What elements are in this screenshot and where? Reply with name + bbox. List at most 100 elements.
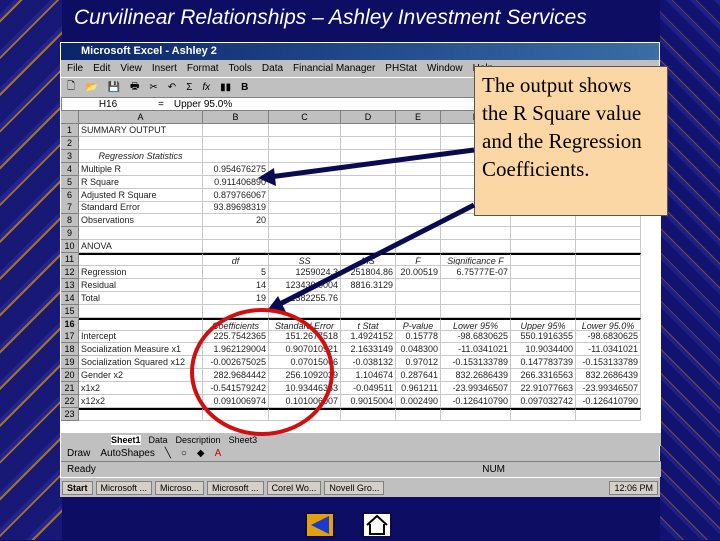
table-cell[interactable] [203, 124, 269, 137]
table-cell[interactable]: 1259024.3 [269, 265, 341, 279]
table-cell[interactable] [341, 240, 396, 254]
row-header[interactable]: 17 [61, 330, 79, 344]
row-header[interactable]: 15 [61, 304, 79, 318]
column-header[interactable]: D [341, 111, 396, 124]
table-cell[interactable]: df [203, 253, 269, 266]
table-cell[interactable] [203, 136, 269, 150]
table-cell[interactable] [269, 227, 341, 241]
table-cell[interactable]: Regression [79, 265, 203, 279]
home-nav-button[interactable] [362, 512, 392, 538]
table-cell[interactable]: -98.6830625 [576, 330, 641, 344]
table-cell[interactable] [441, 214, 511, 228]
table-cell[interactable] [269, 175, 341, 189]
table-cell[interactable] [441, 304, 511, 318]
row-header[interactable]: 10 [61, 240, 79, 254]
table-cell[interactable] [511, 253, 576, 266]
table-cell[interactable] [396, 136, 441, 150]
table-cell[interactable]: 19 [203, 291, 269, 305]
table-cell[interactable] [203, 227, 269, 241]
table-cell[interactable] [576, 291, 641, 305]
table-cell[interactable]: -11.0341021 [576, 343, 641, 357]
table-cell[interactable]: 1.962129004 [203, 343, 269, 357]
table-cell[interactable]: 0.97012 [396, 356, 441, 370]
table-cell[interactable]: 550.1916355 [511, 330, 576, 344]
table-cell[interactable]: 0.002490 [396, 394, 441, 408]
table-cell[interactable] [269, 407, 341, 421]
new-icon[interactable]: 🗋 [67, 79, 75, 96]
table-cell[interactable] [441, 291, 511, 305]
table-cell[interactable] [511, 227, 576, 241]
table-cell[interactable]: 93.89698319 [203, 201, 269, 215]
table-cell[interactable]: 20 [203, 214, 269, 228]
chart-icon[interactable]: ▮▮ [220, 82, 231, 93]
table-cell[interactable]: 225.7542365 [203, 330, 269, 344]
row-header[interactable]: 5 [61, 175, 79, 189]
fill-color-icon[interactable]: ◆ [197, 448, 205, 459]
table-cell[interactable]: Residual [79, 278, 203, 292]
table-cell[interactable]: Socialization Squared x12 [79, 356, 203, 370]
table-cell[interactable] [269, 201, 341, 215]
table-cell[interactable]: 0.961211 [396, 382, 441, 395]
row-header[interactable]: 16 [61, 317, 79, 331]
table-cell[interactable]: -0.038132 [341, 356, 396, 370]
table-cell[interactable] [79, 304, 203, 318]
table-cell[interactable] [341, 175, 396, 189]
table-cell[interactable] [341, 227, 396, 241]
oval-icon[interactable]: ○ [181, 448, 187, 459]
table-cell[interactable]: 1.4924152 [341, 330, 396, 344]
table-cell[interactable]: 0.9015004 [341, 394, 396, 408]
table-cell[interactable] [341, 407, 396, 421]
menu-item[interactable]: Insert [152, 63, 177, 74]
table-cell[interactable]: 832.2686439 [576, 369, 641, 383]
column-header[interactable]: B [203, 111, 269, 124]
formula-input[interactable]: Upper 95.0% [174, 99, 232, 110]
table-cell[interactable] [441, 240, 511, 254]
table-cell[interactable] [576, 278, 641, 292]
table-cell[interactable]: x1x2 [79, 382, 203, 395]
table-cell[interactable] [203, 149, 269, 163]
table-cell[interactable] [203, 240, 269, 254]
table-cell[interactable] [341, 124, 396, 137]
table-cell[interactable]: 0.07015066 [269, 356, 341, 370]
cut-icon[interactable]: ✂ [149, 82, 157, 93]
table-cell[interactable] [203, 407, 269, 421]
row-header[interactable]: 11 [61, 253, 79, 266]
menu-item[interactable]: Window [427, 63, 463, 74]
table-cell[interactable] [79, 317, 203, 331]
save-icon[interactable]: 💾 [108, 82, 120, 93]
table-cell[interactable]: -11.0341021 [441, 343, 511, 357]
table-cell[interactable]: Lower 95.0% [576, 317, 641, 331]
table-cell[interactable]: 151.2677518 [269, 330, 341, 344]
table-cell[interactable]: Significance F [441, 253, 511, 266]
table-cell[interactable] [269, 214, 341, 228]
row-header[interactable]: 14 [61, 291, 79, 305]
menu-item[interactable]: Data [262, 63, 283, 74]
table-cell[interactable]: Adjusted R Square [79, 188, 203, 202]
row-header[interactable]: 4 [61, 162, 79, 176]
row-header[interactable]: 13 [61, 278, 79, 292]
table-cell[interactable]: t Stat [341, 317, 396, 331]
table-cell[interactable] [396, 149, 441, 163]
sheet-tab[interactable]: Sheet1 [111, 434, 141, 445]
menu-item[interactable]: PHStat [385, 63, 417, 74]
table-cell[interactable]: 1.104674 [341, 369, 396, 383]
taskbar-button[interactable]: Microsoft ... [95, 480, 153, 495]
table-cell[interactable]: F [396, 253, 441, 266]
table-cell[interactable] [511, 304, 576, 318]
table-cell[interactable]: 0.101006007 [269, 394, 341, 408]
taskbar-button[interactable]: Novell Gro... [324, 480, 385, 495]
taskbar-button[interactable]: Corel Wo... [266, 480, 322, 495]
table-cell[interactable] [269, 240, 341, 254]
table-cell[interactable]: 0.879766067 [203, 188, 269, 202]
row-header[interactable]: 21 [61, 382, 79, 395]
table-cell[interactable]: 0.048300 [396, 343, 441, 357]
table-cell[interactable] [79, 253, 203, 266]
sheet-tab[interactable]: Description [176, 435, 221, 445]
table-cell[interactable] [341, 214, 396, 228]
table-cell[interactable] [396, 278, 441, 292]
table-cell[interactable]: Intercept [79, 330, 203, 344]
row-header[interactable]: 6 [61, 188, 79, 202]
table-cell[interactable]: Coefficients [203, 317, 269, 331]
table-cell[interactable]: -98.6830625 [441, 330, 511, 344]
menu-item[interactable]: Financial Manager [293, 63, 375, 74]
